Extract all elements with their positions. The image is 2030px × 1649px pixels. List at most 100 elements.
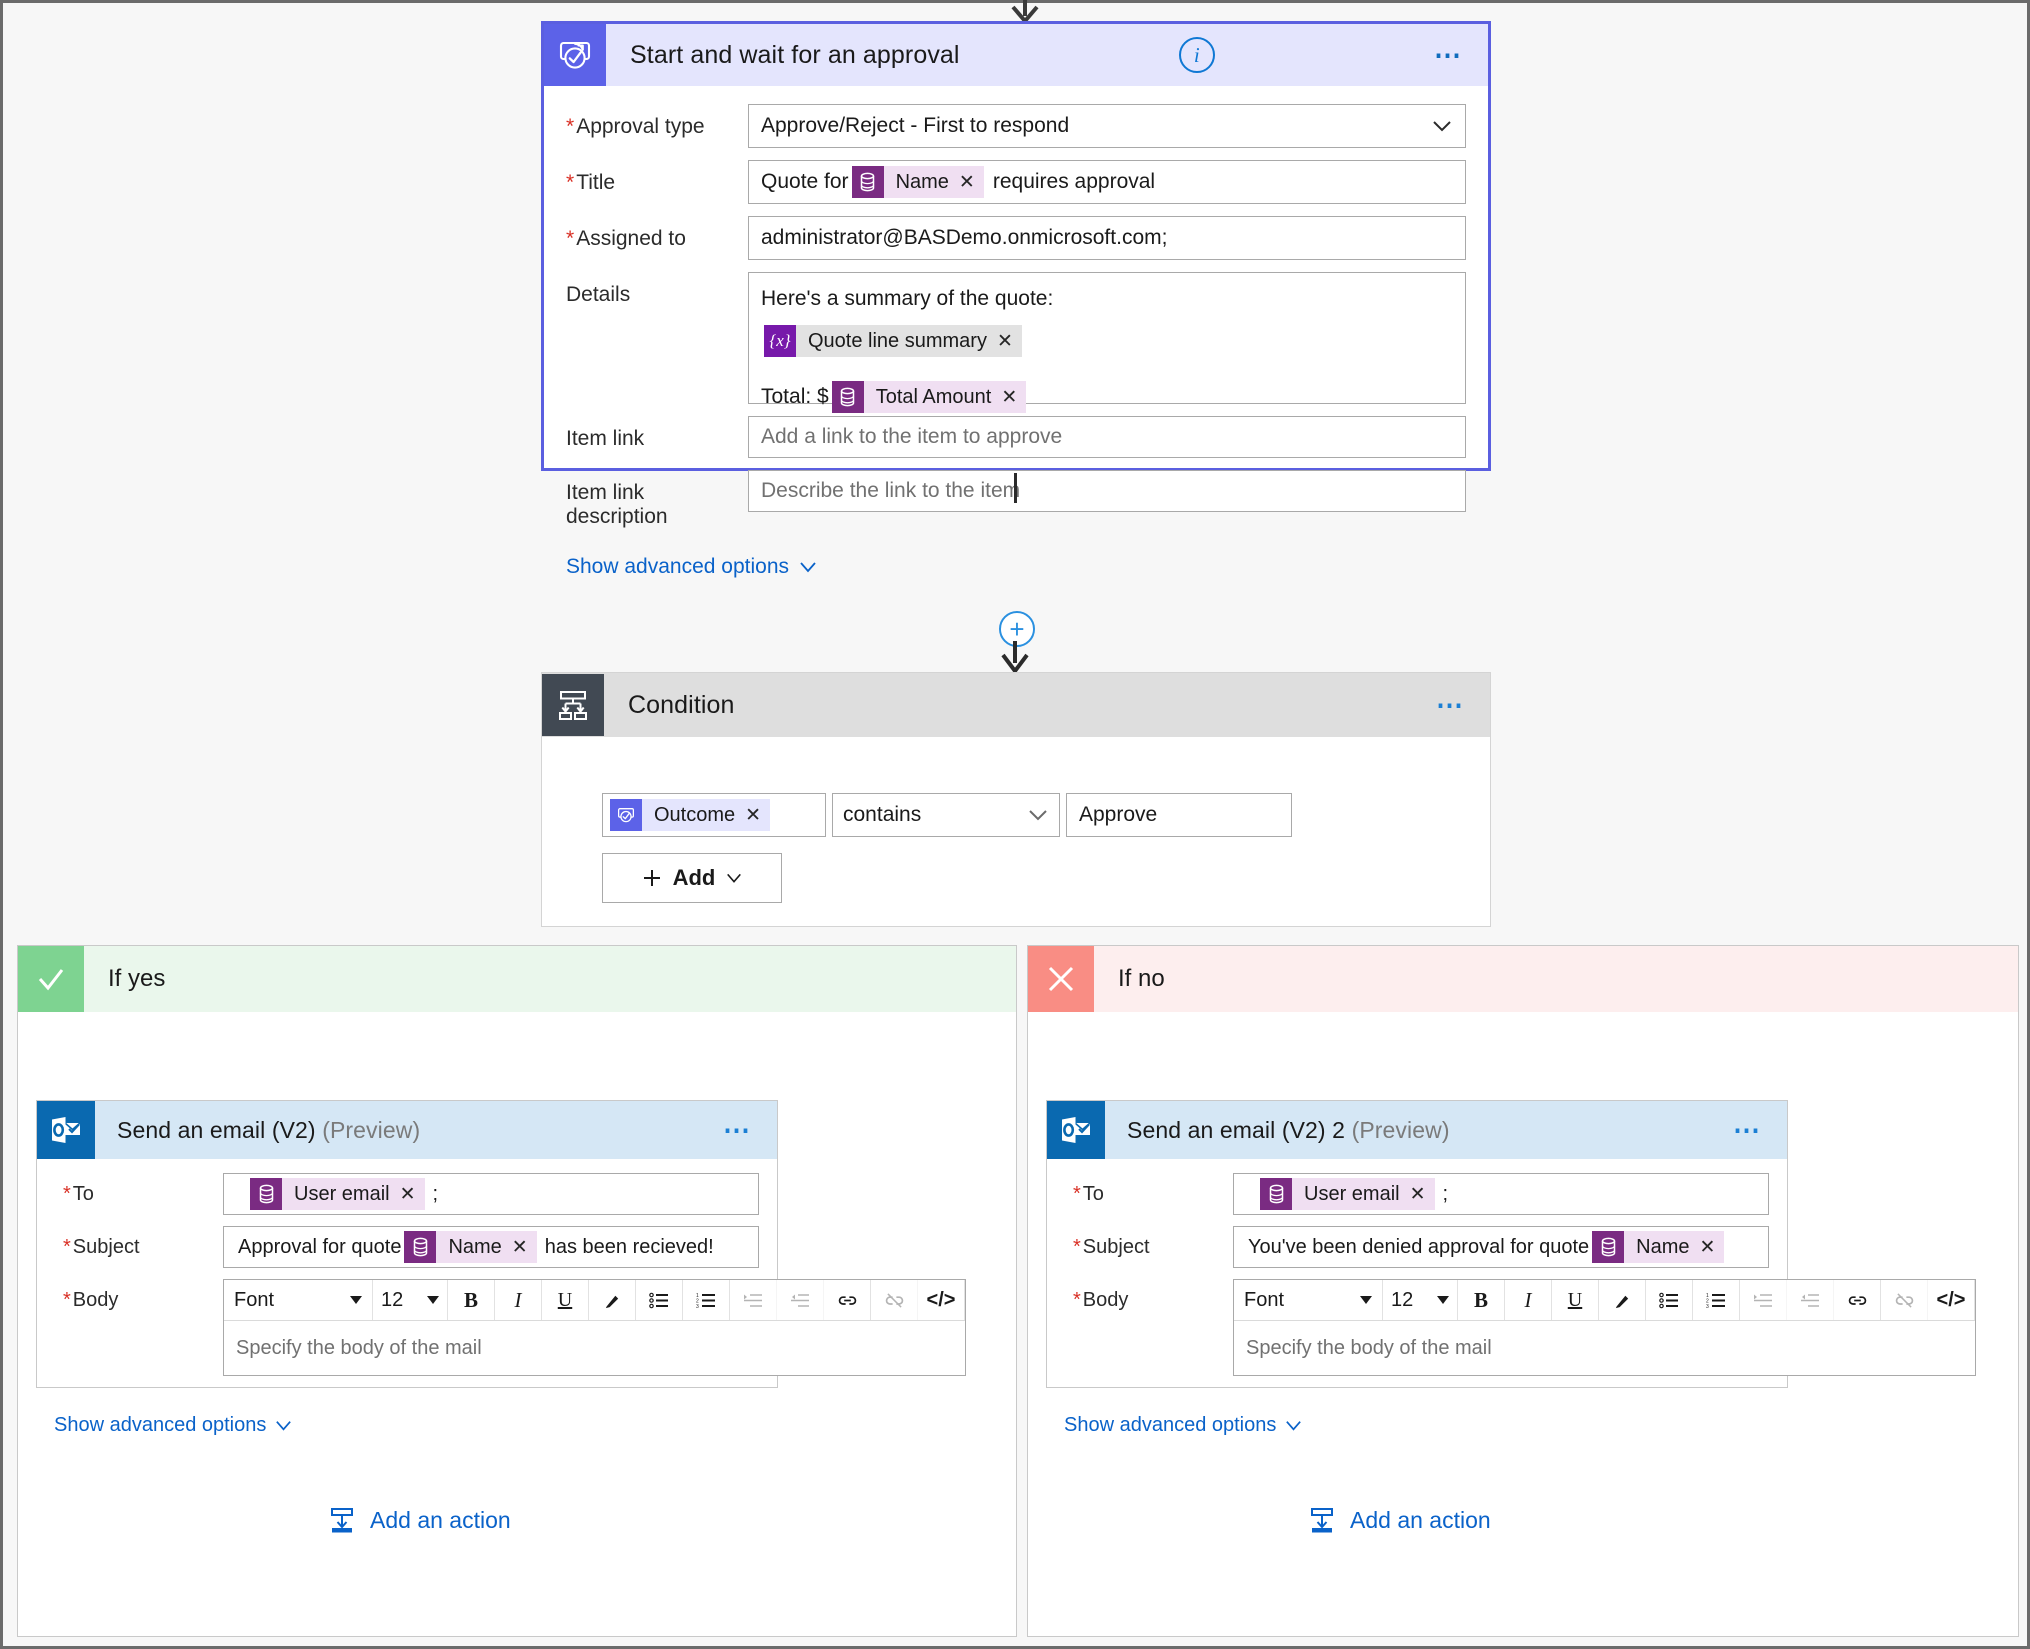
info-icon[interactable]: i [1178,37,1215,73]
text-color-icon[interactable] [589,1280,636,1320]
token-remove-icon[interactable]: ✕ [399,1178,425,1210]
cross-icon [1028,946,1094,1012]
more-options-icon[interactable]: ⋯ [723,1117,777,1144]
outlook-icon [1047,1101,1105,1159]
link-icon[interactable] [824,1280,871,1320]
item-link-input[interactable]: Add a link to the item to approve [748,416,1466,458]
approval-card-body: *Approval type Approve/Reject - First to… [544,86,1488,579]
token-chip-total-amount[interactable]: Total Amount ✕ [831,381,1027,413]
token-chip-name[interactable]: Name ✕ [851,166,984,198]
field-title: *Title Quote for Name ✕ requires approva… [544,160,1488,204]
email-no-show-advanced-options-link[interactable]: Show advanced options [1064,1414,1303,1437]
approval-advanced-label: Show advanced options [566,555,789,578]
details-input[interactable]: Here's a summary of the quote: {x} Quote… [748,272,1466,413]
more-options-icon[interactable]: ⋯ [1733,1117,1787,1144]
token-remove-icon[interactable]: ✕ [1699,1231,1725,1263]
email-no-header[interactable]: Send an email (V2) 2 (Preview) ⋯ [1047,1101,1787,1159]
outdent-icon[interactable] [1787,1280,1834,1320]
email-yes-show-advanced-options-link[interactable]: Show advanced options [54,1414,293,1437]
token-remove-icon[interactable]: ✕ [511,1231,537,1263]
bullet-list-icon[interactable] [1646,1280,1693,1320]
email-to-input[interactable]: User email ✕ ; [223,1173,759,1215]
action-card-send-email-yes[interactable]: Send an email (V2) (Preview) ⋯ * To User… [36,1100,966,1388]
action-card-send-email-no[interactable]: Send an email (V2) 2 (Preview) ⋯ * To Us… [1046,1100,1976,1388]
numbered-list-icon[interactable]: 123 [1693,1280,1740,1320]
email-yes-title-text: Send an email (V2) [117,1116,316,1143]
unlink-icon[interactable] [1881,1280,1928,1320]
title-input[interactable]: Quote for Name ✕ requires approval [748,160,1466,204]
token-remove-icon[interactable]: ✕ [1001,381,1027,413]
condition-value-input[interactable]: Approve [1066,793,1292,837]
email-to-input[interactable]: User email ✕ ; [1233,1173,1769,1215]
outdent-icon[interactable] [777,1280,824,1320]
token-remove-icon[interactable]: ✕ [745,799,771,831]
condition-add-button[interactable]: Add [602,853,782,903]
font-size-select[interactable]: 12 [373,1280,448,1320]
field-email-to-yes: * To User email ✕ ; [37,1173,777,1215]
code-view-icon[interactable]: </> [1928,1280,1975,1320]
email-subject-input[interactable]: You've been denied approval for quote Na… [1233,1226,1769,1268]
email-body-editor[interactable]: Font 12 B I U 1 2 3 </> Specify the body… [1233,1279,1976,1376]
email-subject-input[interactable]: Approval for quote Name ✕ has been recie… [223,1226,759,1268]
numbered-list-icon[interactable]: 123 [683,1280,730,1320]
add-an-action-label: Add an action [370,1506,511,1533]
outlook-icon [37,1101,95,1159]
chevron-down-icon [727,873,742,883]
email-body-placeholder[interactable]: Specify the body of the mail [1234,1321,1975,1375]
indent-icon[interactable] [730,1280,777,1320]
token-chip-user-email[interactable]: User email ✕ [1260,1178,1435,1210]
action-card-condition[interactable]: Condition ⋯ Outcome ✕ contains Approve A… [541,672,1491,927]
condition-card-header[interactable]: Condition ⋯ [542,673,1490,737]
bold-icon[interactable]: B [1458,1280,1505,1320]
add-action-icon [331,1508,353,1533]
email-yes-advanced-label: Show advanced options [54,1414,267,1436]
item-link-description-input[interactable]: Describe the link to the item [748,470,1466,512]
token-remove-icon[interactable]: ✕ [958,166,984,198]
add-an-action-button-no[interactable]: Add an action [1308,1506,1491,1534]
condition-operator-select[interactable]: contains [832,793,1060,837]
link-icon[interactable] [1834,1280,1881,1320]
underline-icon[interactable]: U [542,1280,589,1320]
email-subject-prefix: You've been denied approval for quote [1248,1235,1590,1258]
more-options-icon[interactable]: ⋯ [1436,692,1490,719]
font-family-select[interactable]: Font [224,1280,373,1320]
email-body-placeholder[interactable]: Specify the body of the mail [224,1321,965,1375]
assigned-to-input[interactable]: administrator@BASDemo.onmicrosoft.com; [748,216,1466,260]
token-chip-name[interactable]: Name ✕ [404,1231,537,1263]
condition-operand-input[interactable]: Outcome ✕ [602,793,826,837]
email-body-editor[interactable]: Font 12 B I U 1 2 3 </> Specify the body… [223,1279,966,1376]
token-label: Name [436,1231,512,1263]
approval-card-header[interactable]: Start and wait for an approval i ⋯ [544,24,1488,86]
text-color-icon[interactable] [1599,1280,1646,1320]
approval-show-advanced-options-link[interactable]: Show advanced options [544,555,818,579]
email-to-label: * To [1073,1183,1104,1205]
condition-icon [542,674,604,736]
unlink-icon[interactable] [871,1280,918,1320]
italic-icon[interactable]: I [495,1280,542,1320]
more-options-icon[interactable]: ⋯ [1434,42,1488,69]
token-chip-user-email[interactable]: User email ✕ [250,1178,425,1210]
token-remove-icon[interactable]: ✕ [1409,1178,1435,1210]
bold-icon[interactable]: B [448,1280,495,1320]
font-family-select[interactable]: Font [1234,1280,1383,1320]
token-remove-icon[interactable]: ✕ [996,325,1022,357]
indent-icon[interactable] [1740,1280,1787,1320]
token-chip-quote-line-summary[interactable]: {x} Quote line summary ✕ [764,325,1022,357]
email-yes-header[interactable]: Send an email (V2) (Preview) ⋯ [37,1101,777,1159]
code-view-icon[interactable]: </> [918,1280,965,1320]
action-card-approval[interactable]: Start and wait for an approval i ⋯ *Appr… [541,21,1491,578]
italic-icon[interactable]: I [1505,1280,1552,1320]
item-link-description-label: Item link description [566,481,668,528]
font-size-select[interactable]: 12 [1383,1280,1458,1320]
token-chip-outcome[interactable]: Outcome ✕ [610,799,771,831]
font-family-value: Font [234,1288,275,1311]
add-an-action-button-yes[interactable]: Add an action [328,1506,511,1534]
dataverse-icon [404,1231,437,1263]
bullet-list-icon[interactable] [636,1280,683,1320]
variable-icon: {x} [764,325,796,357]
token-chip-name[interactable]: Name ✕ [1592,1231,1725,1263]
assigned-to-value: administrator@BASDemo.onmicrosoft.com; [761,226,1168,249]
approval-type-select[interactable]: Approve/Reject - First to respond [748,104,1466,148]
rich-text-toolbar: Font 12 B I U 1 2 3 </> [1234,1280,1975,1321]
underline-icon[interactable]: U [1552,1280,1599,1320]
